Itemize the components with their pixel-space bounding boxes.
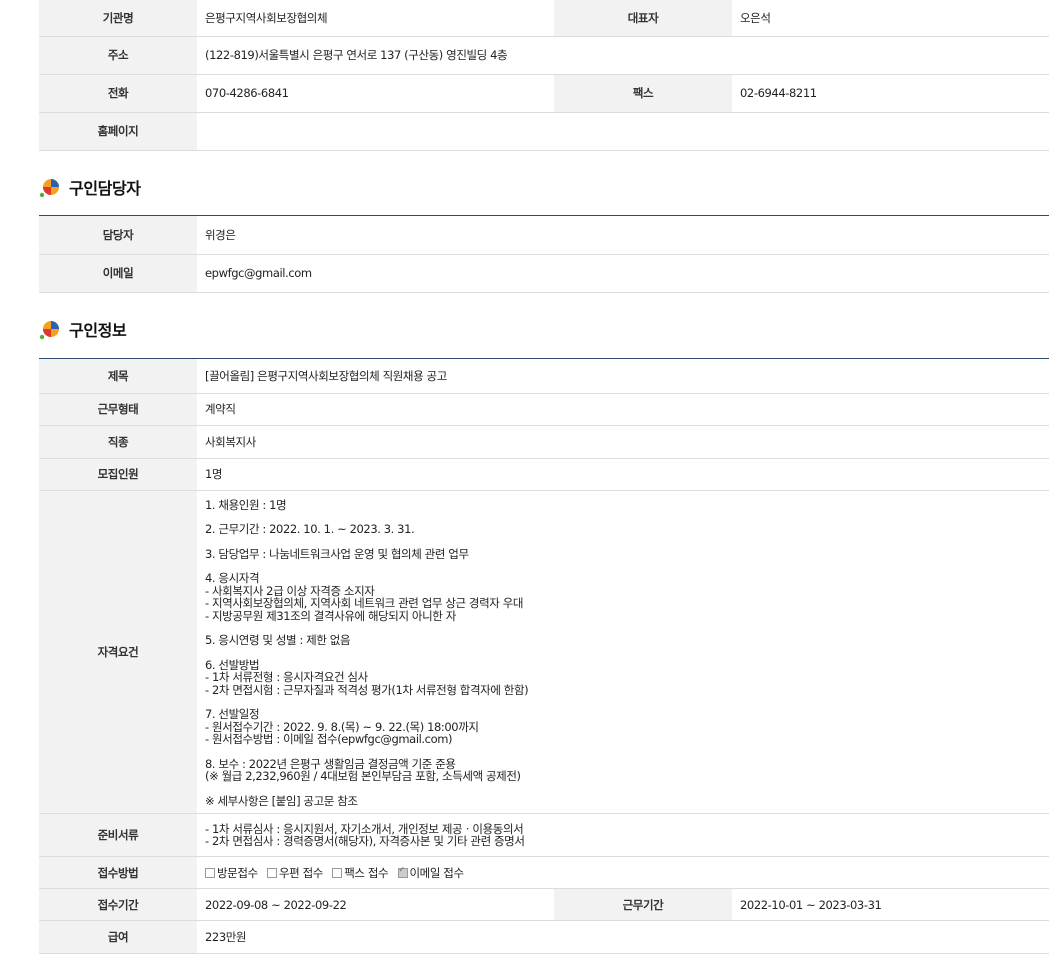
method-email-checkbox[interactable]: 이메일 접수	[397, 865, 464, 881]
table-row: 제목 [끌어올림] 은평구지역사회보장협의체 직원채용 공고	[39, 359, 1049, 394]
table-row: 이메일 epwfgc@gmail.com	[39, 254, 1049, 293]
requirement-line: - 지방공무원 제31조의 결격사유에 해당되지 아니한 자	[205, 608, 456, 623]
requirement-block: 2. 근무기간 : 2022. 10. 1. ~ 2023. 3. 31.	[205, 523, 1041, 536]
table-row: 접수방법 방문접수 우편 접수 팩스 접수 이메일 접수	[39, 856, 1049, 889]
table-row: 직종 사회복지사	[39, 425, 1049, 459]
requirement-block: ※ 세부사항은 [붙임] 공고문 참조	[205, 793, 1041, 808]
table-row: 담당자 위경은	[39, 216, 1049, 255]
addr-label: 주소	[39, 36, 197, 75]
fax-value: 02-6944-8211	[732, 74, 1049, 113]
checkbox-icon	[332, 867, 343, 878]
requirement-line: 5. 응시연령 및 성별 : 제한 없음	[205, 633, 351, 647]
requirement-line: 2. 근무기간 : 2022. 10. 1. ~ 2023. 3. 31.	[205, 522, 415, 536]
requirement-block: 7. 선발일정 - 원서접수기간 : 2022. 9. 8.(목) ~ 9. 22…	[205, 708, 1041, 746]
colorful-leaf-logo-icon	[39, 318, 61, 340]
tel-value: 070-4286-6841	[197, 74, 554, 113]
table-row: 주소 (122-819)서울특별시 은평구 연서로 137 (구산동) 영진빌딩…	[39, 36, 1049, 75]
tel-label: 전화	[39, 74, 197, 113]
period-label: 접수기간	[39, 888, 197, 921]
type-value: 계약직	[197, 393, 1049, 426]
requirement-line: 7. 선발일정	[205, 707, 260, 721]
pay-value: 223만원	[197, 920, 1049, 954]
requirement-line: 4. 응시자격	[205, 571, 260, 585]
method-visit-checkbox[interactable]: 방문접수	[205, 865, 258, 881]
org-name-value: 은평구지역사회보장협의체	[197, 0, 554, 37]
org-info-table: 기관명 은평구지역사회보장협의체 대표자 오은석 주소 (122-819)서울특…	[39, 0, 1049, 151]
requirement-line: 1. 채용인원 : 1명	[205, 497, 287, 512]
requirement-line: - 2차 면접시험 : 근무자질과 적격성 평가(1차 서류전형 합격자에 한함…	[205, 682, 529, 697]
table-row: 급여 223만원	[39, 920, 1049, 954]
req-label: 자격요건	[39, 490, 197, 814]
section-title-contact: 구인담당자	[39, 172, 141, 202]
requirement-line: - 원서접수방법 : 이메일 접수(epwfgc@gmail.com)	[205, 732, 453, 746]
table-row: 자격요건 1. 채용인원 : 1명 2. 근무기간 : 2022. 10. 1. …	[39, 490, 1049, 814]
requirement-block: 6. 선발방법 - 1차 서류전형 : 응시자격요건 심사 - 2차 면접시험 : …	[205, 658, 1041, 697]
requirements-content: 1. 채용인원 : 1명 2. 근무기간 : 2022. 10. 1. ~ 202…	[197, 490, 1049, 814]
method-options: 방문접수 우편 접수 팩스 접수 이메일 접수	[197, 856, 1049, 889]
requirement-line: - 1차 서류전형 : 응시자격요건 심사	[205, 670, 368, 684]
table-row: 홈페이지	[39, 112, 1049, 151]
requirement-line: (※ 월급 2,232,960원 / 4대보험 본인부담금 포함, 소득세액 공…	[205, 769, 521, 783]
docs-line: - 2차 면접심사 : 경력증명서(해당자), 자격증사본 및 기타 관련 증명…	[205, 834, 525, 848]
table-row: 접수기간 2022-09-08 ~ 2022-09-22 근무기간 2022-1…	[39, 888, 1049, 921]
email-value[interactable]: epwfgc@gmail.com	[197, 254, 1049, 293]
requirement-block: 8. 보수 : 2022년 은평구 생활임금 결정금액 기준 준용 (※ 월급 …	[205, 757, 1041, 783]
colorful-leaf-logo-icon	[39, 176, 61, 198]
rep-value: 오은석	[732, 0, 1049, 37]
addr-value: (122-819)서울특별시 은평구 연서로 137 (구산동) 영진빌딩 4층	[197, 36, 1049, 75]
docs-content: - 1차 서류심사 : 응시지원서, 자기소개서, 개인정보 제공ㆍ이용동의서 …	[197, 813, 1049, 857]
docs-label: 준비서류	[39, 813, 197, 857]
requirement-block: 5. 응시연령 및 성별 : 제한 없음	[205, 634, 1041, 647]
person-value: 위경은	[197, 216, 1049, 255]
requirement-line: 3. 담당업무 : 나눔네트워크사업 운영 및 협의체 관련 업무	[205, 546, 469, 561]
table-row: 준비서류 - 1차 서류심사 : 응시지원서, 자기소개서, 개인정보 제공ㆍ이…	[39, 813, 1049, 857]
period-value: 2022-09-08 ~ 2022-09-22	[197, 888, 554, 921]
org-name-label: 기관명	[39, 0, 197, 37]
person-label: 담당자	[39, 216, 197, 255]
job-info-table: 제목 [끌어올림] 은평구지역사회보장협의체 직원채용 공고 근무형태 계약직 …	[39, 359, 1049, 954]
pay-label: 급여	[39, 920, 197, 954]
table-row: 모집인원 1명	[39, 458, 1049, 491]
field-value: 사회복지사	[197, 425, 1049, 459]
table-row: 전화 070-4286-6841 팩스 02-6944-8211	[39, 74, 1049, 113]
section-title-text: 구인담당자	[69, 179, 141, 198]
table-row: 근무형태 계약직	[39, 393, 1049, 426]
method-label: 접수방법	[39, 856, 197, 889]
requirement-block: 3. 담당업무 : 나눔네트워크사업 운영 및 협의체 관련 업무	[205, 546, 1041, 561]
work-value: 2022-10-01 ~ 2023-03-31	[732, 888, 1049, 921]
requirement-block: 4. 응시자격 - 사회복지사 2급 이상 자격증 소지자 - 지역사회보장협의체,…	[205, 572, 1041, 622]
table-row: 기관명 은평구지역사회보장협의체 대표자 오은석	[39, 0, 1049, 37]
section-title-job: 구인정보	[39, 314, 127, 344]
field-label: 직종	[39, 425, 197, 459]
checkbox-icon	[205, 867, 215, 878]
requirement-line: - 지역사회보장협의체, 지역사회 네트워크 관련 업무 상근 경력자 우대	[205, 596, 524, 610]
homepage-value[interactable]	[197, 112, 1049, 151]
requirement-block: 1. 채용인원 : 1명	[205, 497, 1041, 512]
fax-label: 팩스	[554, 74, 732, 113]
method-mail-checkbox[interactable]: 우편 접수	[267, 865, 323, 881]
checkbox-icon	[267, 867, 277, 878]
count-value: 1명	[197, 458, 1049, 491]
section-title-text: 구인정보	[69, 321, 127, 340]
rep-label: 대표자	[554, 0, 732, 37]
type-label: 근무형태	[39, 393, 197, 426]
homepage-label: 홈페이지	[39, 112, 197, 151]
subject-value: [끌어올림] 은평구지역사회보장협의체 직원채용 공고	[197, 359, 1049, 394]
email-label: 이메일	[39, 254, 197, 293]
work-label: 근무기간	[554, 888, 732, 921]
subject-label: 제목	[39, 359, 197, 394]
requirement-line: ※ 세부사항은 [붙임] 공고문 참조	[205, 793, 358, 808]
checkbox-checked-icon	[397, 865, 408, 878]
contact-table: 담당자 위경은 이메일 epwfgc@gmail.com	[39, 216, 1049, 293]
count-label: 모집인원	[39, 458, 197, 491]
method-fax-checkbox[interactable]: 팩스 접수	[332, 865, 389, 881]
